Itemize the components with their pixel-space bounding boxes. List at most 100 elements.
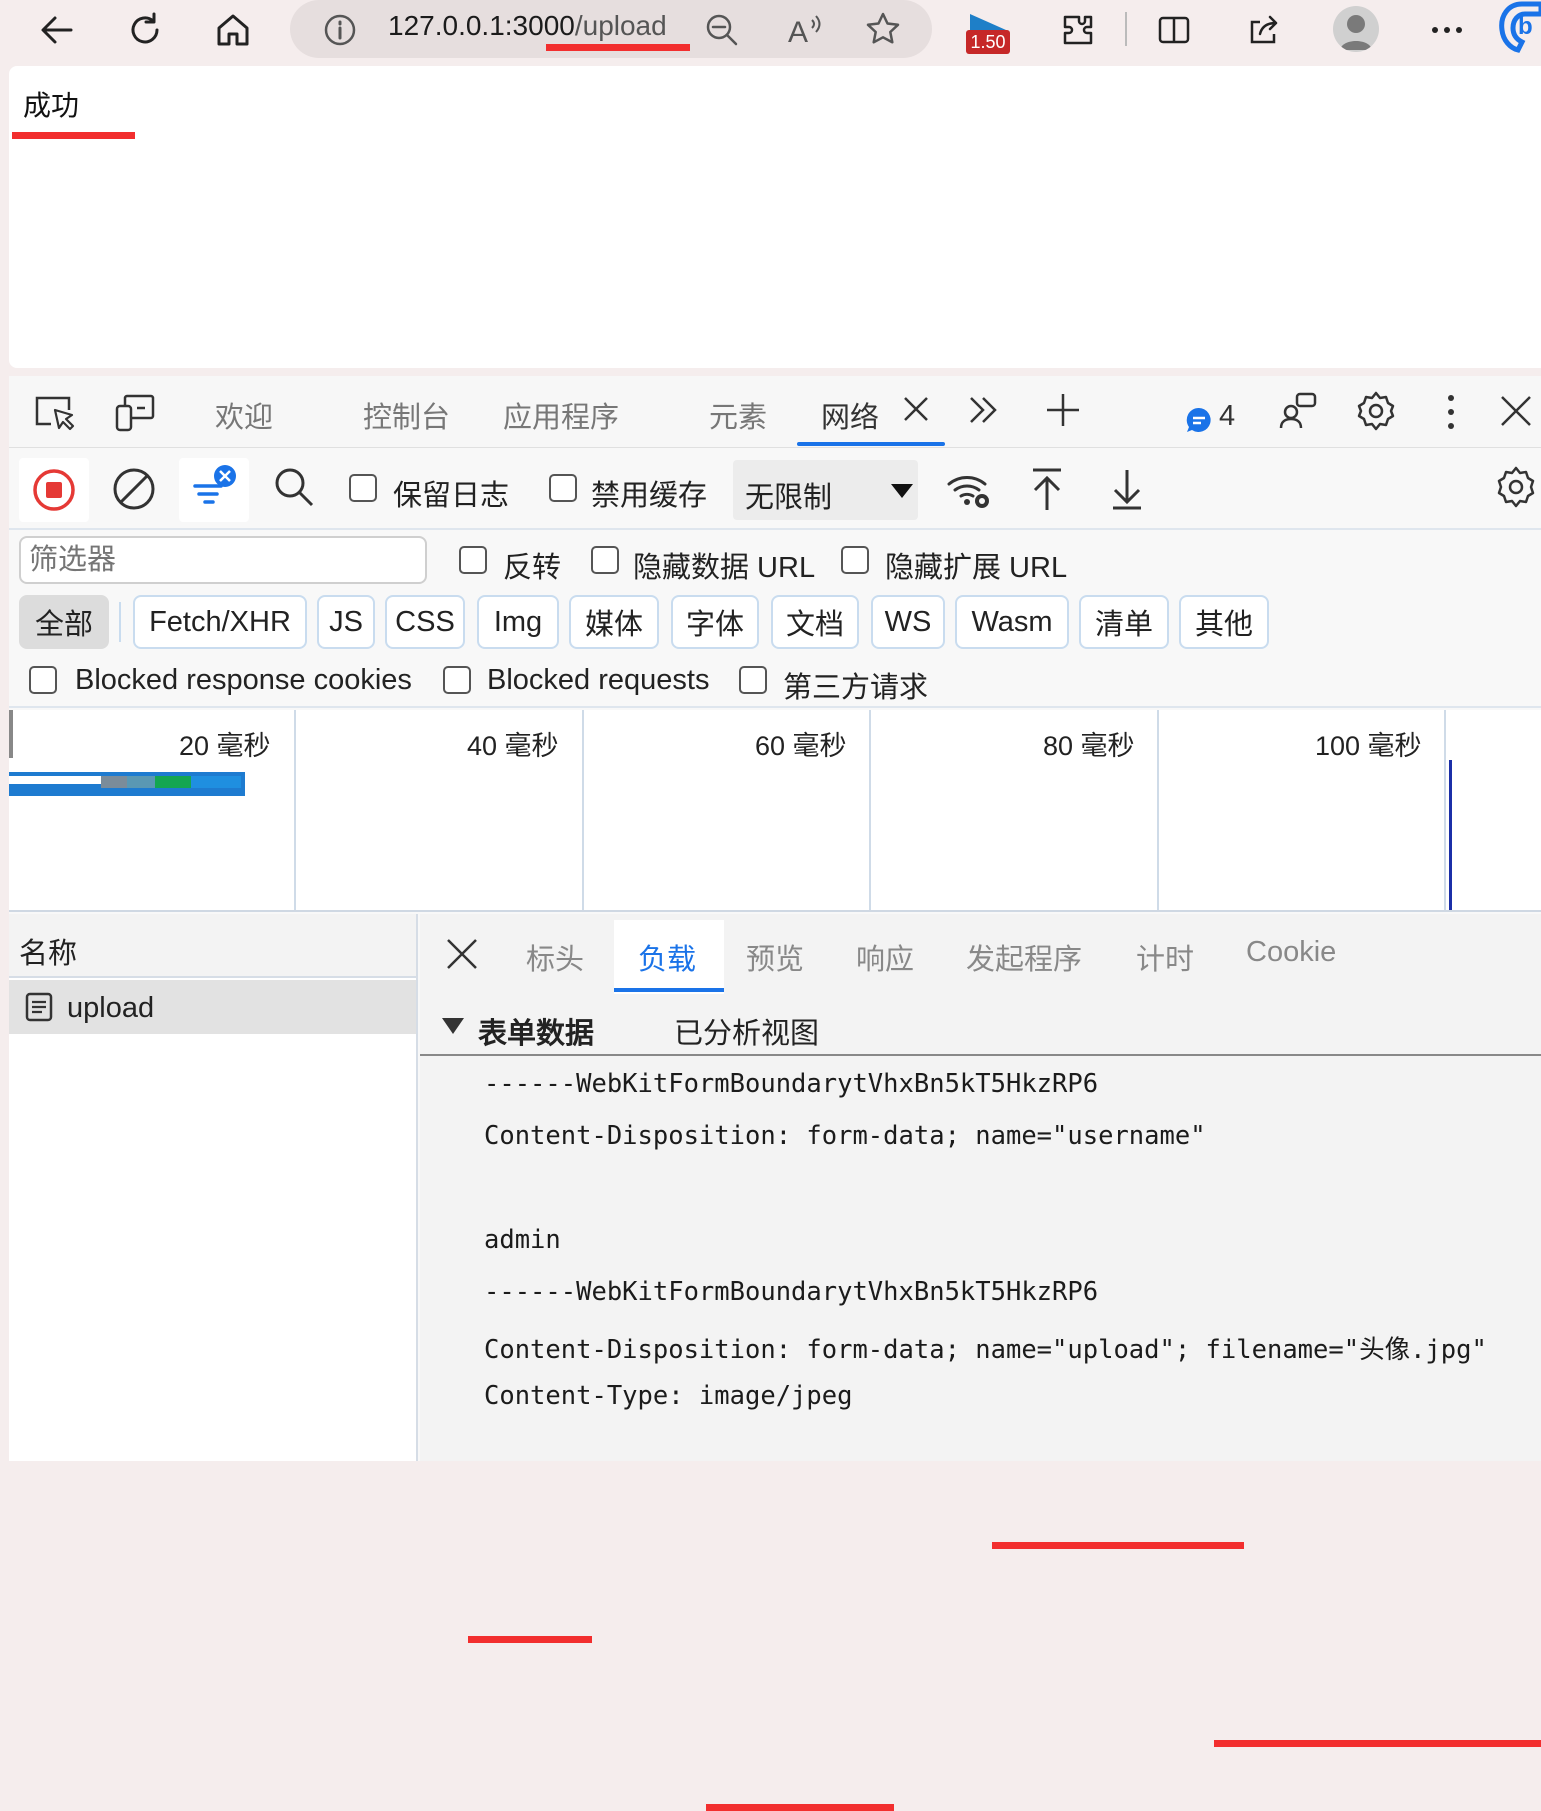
disable-cache-label: 禁用缓存 xyxy=(591,480,708,512)
customize-menu-icon[interactable] xyxy=(1443,392,1459,432)
detail-tab-cookies[interactable]: Cookie xyxy=(1246,936,1336,969)
timeline-bar-queue xyxy=(9,776,101,784)
hide-extension-urls-checkbox[interactable] xyxy=(841,546,869,574)
type-filter-css[interactable]: CSS xyxy=(385,595,465,649)
clear-log-icon[interactable] xyxy=(111,466,157,512)
timeline-request-bar xyxy=(9,772,245,796)
throttle-select[interactable]: 无限制 xyxy=(733,460,918,520)
request-row[interactable]: upload xyxy=(9,980,416,1034)
close-tab-icon[interactable] xyxy=(901,394,931,424)
read-aloud-icon[interactable]: A xyxy=(786,12,826,48)
more-tabs-chevron-icon[interactable] xyxy=(967,394,999,426)
issues-icon[interactable] xyxy=(1185,406,1213,434)
timeline-gridline xyxy=(294,710,296,910)
type-filter-media[interactable]: 媒体 xyxy=(569,595,659,649)
timeline-gridline xyxy=(1157,710,1159,910)
type-filter-all[interactable]: 全部 xyxy=(19,595,109,649)
form-data-section-header[interactable]: 表单数据 已分析视图 xyxy=(420,998,1541,1056)
home-icon[interactable] xyxy=(211,8,255,52)
network-tab-indicator xyxy=(797,442,945,446)
type-filter-ws[interactable]: WS xyxy=(871,595,945,649)
issues-count[interactable]: 4 xyxy=(1219,400,1235,433)
payload-line-boundary-1: ------WebKitFormBoundarytVhxBn5kT5HkzRP6 xyxy=(484,1069,1099,1099)
extension-badge-icon[interactable]: 1.50 xyxy=(966,12,1012,56)
network-conditions-icon[interactable] xyxy=(945,468,993,512)
detail-tab-initiator[interactable]: 发起程序 xyxy=(966,936,1082,978)
third-party-checkbox[interactable] xyxy=(739,666,767,694)
invert-checkbox[interactable] xyxy=(459,546,487,574)
devtools-tab-strip: 欢迎 控制台 应用程序 元素 网络 4 xyxy=(9,376,1541,448)
refresh-icon[interactable] xyxy=(123,8,167,52)
page-viewport: 成功 xyxy=(9,66,1541,368)
more-menu-icon[interactable] xyxy=(1425,8,1469,52)
record-button[interactable] xyxy=(19,458,89,522)
detail-tab-payload[interactable]: 负载 xyxy=(638,936,696,978)
detail-tab-headers[interactable]: 标头 xyxy=(526,936,584,978)
close-devtools-icon[interactable] xyxy=(1499,394,1533,428)
detail-tab-preview[interactable]: 预览 xyxy=(746,936,804,978)
back-arrow-icon[interactable] xyxy=(35,8,79,52)
timeline-left-handle[interactable] xyxy=(9,710,13,758)
type-filter-wasm[interactable]: Wasm xyxy=(955,595,1069,649)
tab-welcome[interactable]: 欢迎 xyxy=(215,394,273,436)
detail-tab-response[interactable]: 响应 xyxy=(856,936,914,978)
share-icon[interactable] xyxy=(1242,8,1286,52)
favorite-star-icon[interactable] xyxy=(864,10,902,48)
tab-network[interactable]: 网络 xyxy=(821,394,879,436)
tab-elements[interactable]: 元素 xyxy=(709,394,767,436)
network-settings-gear-icon[interactable] xyxy=(1493,464,1539,510)
blocked-requests-checkbox[interactable] xyxy=(443,666,471,694)
hide-data-urls-checkbox[interactable] xyxy=(591,546,619,574)
detail-tab-timing[interactable]: 计时 xyxy=(1136,936,1194,978)
type-filter-font[interactable]: 字体 xyxy=(671,595,759,649)
timeline-bar-waiting xyxy=(155,776,191,788)
blocked-requests-label: Blocked requests xyxy=(487,664,710,696)
url-text[interactable]: 127.0.0.1:3000/upload xyxy=(388,10,667,42)
feedback-icon[interactable] xyxy=(1277,390,1319,432)
settings-gear-icon[interactable] xyxy=(1355,390,1397,432)
devtools-panel: 欢迎 控制台 应用程序 元素 网络 4 保留日志 禁用缓存 无限制 筛选器 反转… xyxy=(9,376,1541,1811)
profile-avatar[interactable] xyxy=(1333,6,1379,52)
tab-console[interactable]: 控制台 xyxy=(363,394,450,436)
type-filter-js[interactable]: JS xyxy=(317,595,375,649)
add-tab-icon[interactable] xyxy=(1045,392,1081,428)
type-filter-fetch-xhr[interactable]: Fetch/XHR xyxy=(133,595,307,649)
invert-label: 反转 xyxy=(503,552,562,584)
type-filter-img[interactable]: Img xyxy=(477,595,559,649)
view-parsed-toggle[interactable]: 已分析视图 xyxy=(674,1010,819,1052)
name-column-header[interactable]: 名称 xyxy=(9,914,416,978)
content-type-annotation-underline xyxy=(706,1804,894,1811)
close-detail-icon[interactable] xyxy=(444,936,480,972)
extensions-icon[interactable] xyxy=(1056,8,1100,52)
filter-input[interactable] xyxy=(19,536,427,584)
timeline-label-100ms: 100 毫秒 xyxy=(1315,731,1422,761)
copilot-icon[interactable]: b xyxy=(1498,0,1541,58)
form-data-title: 表单数据 xyxy=(478,1018,595,1050)
username-annotation-underline xyxy=(992,1542,1244,1549)
search-icon[interactable] xyxy=(273,466,315,508)
request-options-row: Blocked response cookies Blocked request… xyxy=(9,656,1541,708)
zoom-out-icon[interactable] xyxy=(704,12,740,48)
collapse-triangle-icon[interactable] xyxy=(442,1018,464,1034)
type-filter-other[interactable]: 其他 xyxy=(1179,595,1269,649)
request-name: upload xyxy=(67,992,155,1024)
split-screen-icon[interactable] xyxy=(1152,8,1196,52)
timeline-gridline xyxy=(869,710,871,910)
type-filter-doc[interactable]: 文档 xyxy=(771,595,859,649)
type-filter-manifest[interactable]: 清单 xyxy=(1079,595,1169,649)
inspect-element-icon[interactable] xyxy=(33,394,75,432)
page-response-text: 成功 xyxy=(23,90,80,121)
request-list-panel: 名称 upload xyxy=(9,914,418,1461)
import-har-icon[interactable] xyxy=(1029,466,1065,512)
export-har-icon[interactable] xyxy=(1109,466,1145,512)
blocked-cookies-checkbox[interactable] xyxy=(29,666,57,694)
device-emulation-icon[interactable] xyxy=(113,392,157,432)
disable-cache-checkbox[interactable] xyxy=(549,474,577,502)
filter-toggle-button[interactable] xyxy=(179,458,249,522)
browser-toolbar: 127.0.0.1:3000/upload A 1.50 b xyxy=(0,0,1541,62)
tab-application[interactable]: 应用程序 xyxy=(503,394,619,436)
network-timeline-overview[interactable]: 20 毫秒 40 毫秒 60 毫秒 80 毫秒 100 毫秒 xyxy=(9,710,1541,912)
timeline-label-20ms: 20 毫秒 xyxy=(179,731,271,761)
site-info-icon[interactable] xyxy=(322,12,358,48)
preserve-log-checkbox[interactable] xyxy=(349,474,377,502)
